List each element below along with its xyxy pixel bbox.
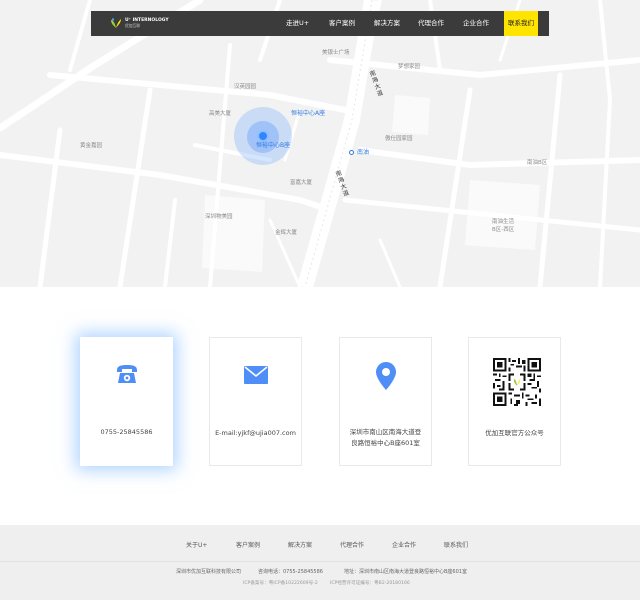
footer-link-about[interactable]: 关于U+ xyxy=(186,540,207,549)
footer-link-solutions[interactable]: 解决方案 xyxy=(288,540,312,549)
map-label: 富嘉大厦 xyxy=(290,180,313,186)
map-label-hengyu-a[interactable]: 恒裕中心A座 xyxy=(291,111,325,117)
brand-logo[interactable]: U⁺ INTERNOLOGY 优加互联 xyxy=(110,17,169,31)
contact-card-address[interactable]: 深圳市南山区南海大道登 良路恒裕中心B座601室 xyxy=(339,337,432,466)
footer-address: 地址：深圳市南山区南海大道登良路恒裕中心B座601室 xyxy=(344,569,467,575)
location-map[interactable]: 美银士广场 梦想家园 汉英园园 高美大厦 黄金嘉园 恒裕中心A座 傲仕园家园 南… xyxy=(0,0,640,287)
map-label: 南油B区 xyxy=(527,160,548,166)
contact-card-phone[interactable]: 0755-25845586 xyxy=(80,337,173,466)
email-address[interactable]: E-mail:yjkf@ujia007.com xyxy=(214,428,297,439)
footer-hotline: 咨询电话：0755-25845586 xyxy=(258,569,323,575)
map-label: B区-西区 xyxy=(492,227,515,233)
map-label: 美银士广场 xyxy=(322,50,350,56)
metro-station-icon xyxy=(349,150,354,155)
map-label-nanyou-metro[interactable]: 南油 xyxy=(357,150,369,156)
mail-icon xyxy=(243,366,268,384)
map-label-hengyu-b[interactable]: 恒裕中心B座 xyxy=(256,143,290,149)
footer-icp-record: ICP备案号：粤ICP备10222609号-2 xyxy=(243,581,318,586)
map-label: 黄金嘉园 xyxy=(80,143,103,149)
nav-item-about[interactable]: 走进U+ xyxy=(286,11,309,36)
nav-item-solutions[interactable]: 解决方案 xyxy=(374,11,400,36)
location-pin-icon xyxy=(375,362,396,390)
nav-item-contact[interactable]: 联系我们 xyxy=(504,11,538,36)
map-label: 傲仕园家园 xyxy=(385,136,413,142)
nav-item-agency[interactable]: 代理合作 xyxy=(418,11,444,36)
logo-leaf-icon xyxy=(111,18,121,28)
map-label: 梦想家园 xyxy=(398,64,421,70)
location-marker-icon[interactable] xyxy=(257,130,269,142)
nav-item-cases[interactable]: 客户案例 xyxy=(329,11,355,36)
footer-icp-license: ICP经营许可证编号：粤B2-20180166 xyxy=(330,581,410,586)
wechat-caption: 优加互联官方公众号 xyxy=(485,429,544,437)
nav-item-enterprise[interactable]: 企业合作 xyxy=(463,11,489,36)
qr-code-icon[interactable] xyxy=(493,358,541,406)
footer-link-cases[interactable]: 客户案例 xyxy=(236,540,260,549)
map-label: 金辉大厦 xyxy=(275,230,298,236)
map-label: 深圳物美园 xyxy=(205,214,233,220)
footer-divider xyxy=(0,561,640,562)
address-line-1: 深圳市南山区南海大道登 xyxy=(349,428,422,436)
footer-link-enterprise[interactable]: 企业合作 xyxy=(392,540,416,549)
map-label: 高美大厦 xyxy=(209,111,232,117)
logo-subtext: 优加互联 xyxy=(125,23,141,28)
footer-link-contact[interactable]: 联系我们 xyxy=(444,540,468,549)
phone-number[interactable]: 0755-25845586 xyxy=(84,427,169,438)
footer-company: 深圳市优加互联科技有限公司 xyxy=(176,569,242,575)
site-footer: 关于U+ 客户案例 解决方案 代理合作 企业合作 联系我们 深圳市优加互联科技有… xyxy=(0,525,640,600)
footer-link-agency[interactable]: 代理合作 xyxy=(340,540,364,549)
address-line-2: 良路恒裕中心B座601室 xyxy=(351,439,420,447)
contact-card-wechat[interactable]: 优加互联官方公众号 xyxy=(468,337,561,466)
map-label: 汉英园园 xyxy=(234,84,257,90)
map-label: 南油生活 xyxy=(492,219,515,225)
top-navigation: U⁺ INTERNOLOGY 优加互联 走进U+ 客户案例 解决方案 代理合作 … xyxy=(91,11,549,36)
phone-icon xyxy=(116,365,137,383)
contact-card-email[interactable]: E-mail:yjkf@ujia007.com xyxy=(209,337,302,466)
